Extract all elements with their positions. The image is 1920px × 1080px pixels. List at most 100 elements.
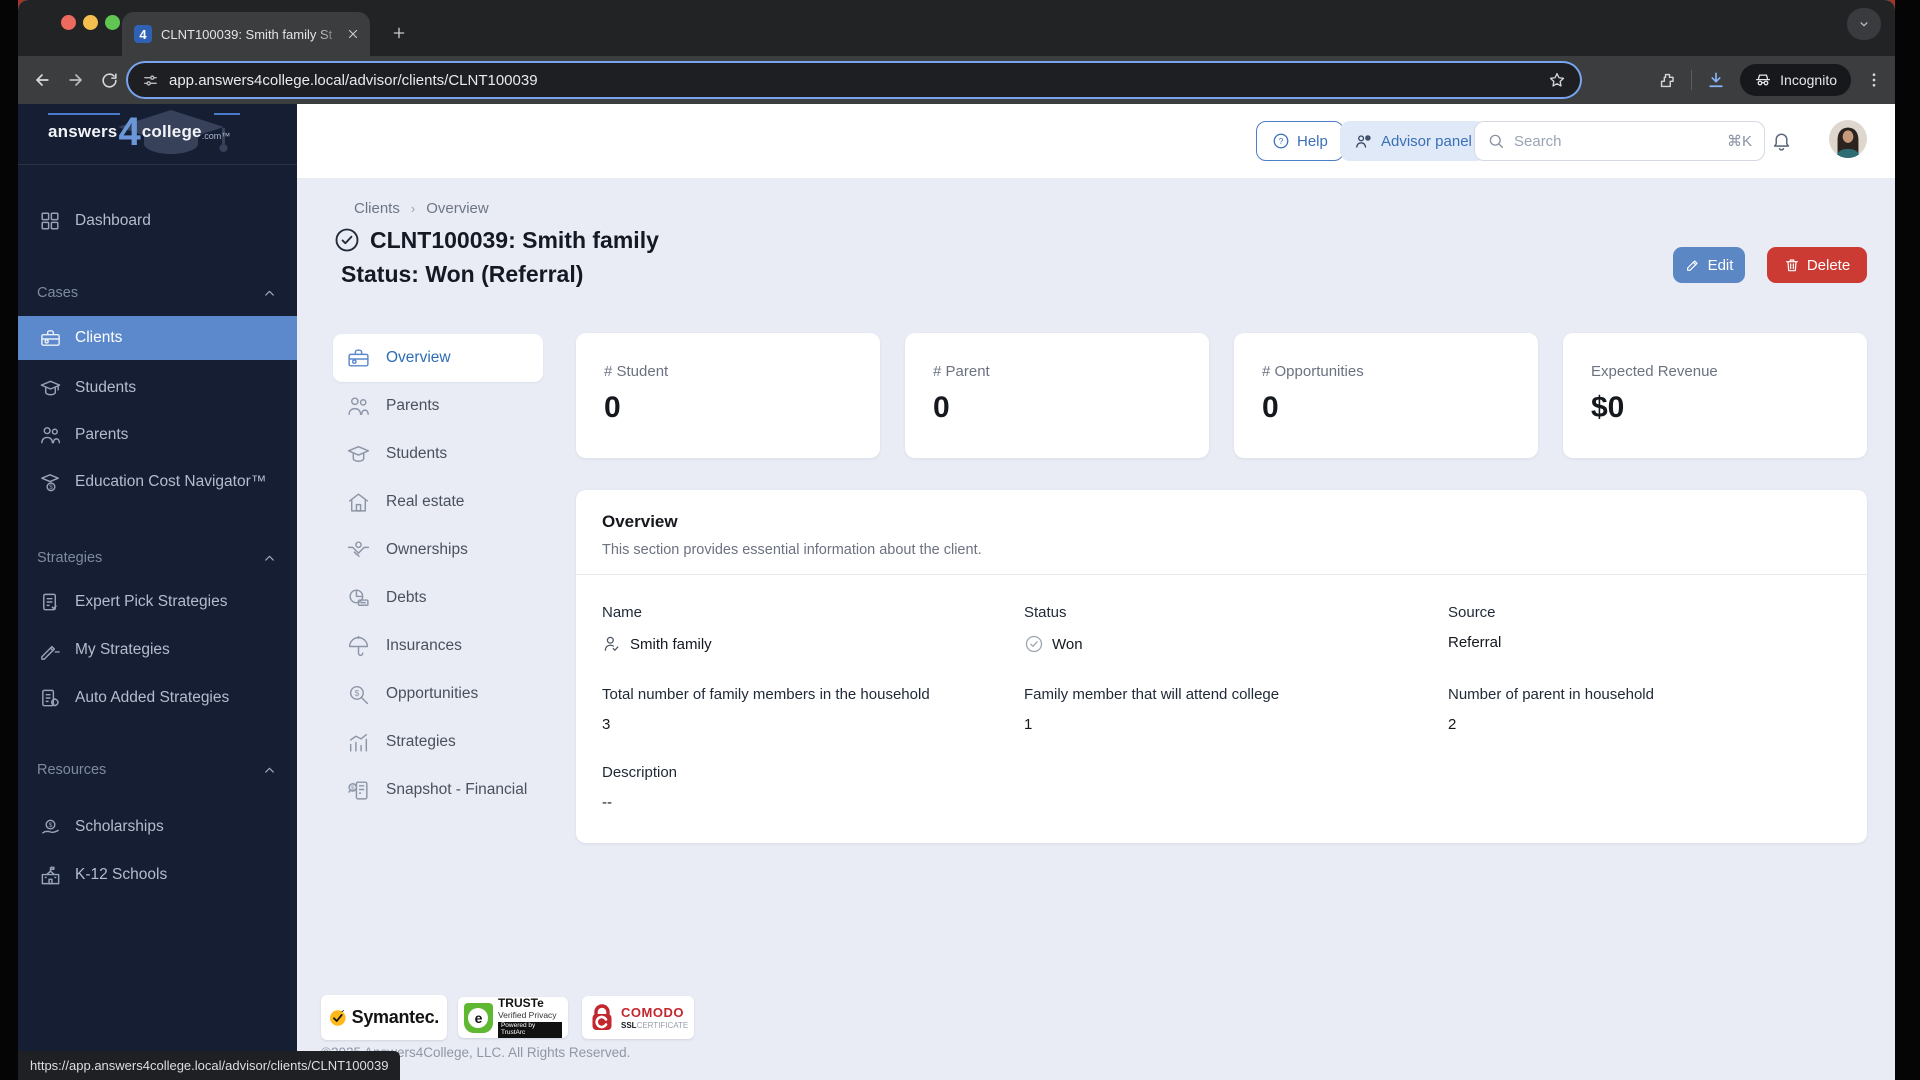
sidebar-item-clients[interactable]: Clients <box>18 316 297 360</box>
sidebar-item-label: Auto Added Strategies <box>75 689 230 706</box>
extensions-icon[interactable] <box>1658 71 1677 90</box>
logo-part-com: .com™ <box>201 130 231 141</box>
global-search[interactable]: ⌘K <box>1474 121 1765 161</box>
url-text[interactable]: app.answers4college.local/advisor/client… <box>169 72 1548 89</box>
house-icon <box>345 489 372 516</box>
app-logo[interactable]: answers 4 college .com™ <box>18 104 297 165</box>
bookmark-star-icon[interactable] <box>1548 71 1566 89</box>
client-status-text: Status: Won (Referral) <box>341 261 584 287</box>
briefcase-icon <box>345 345 372 372</box>
subnav-label: Ownerships <box>386 541 468 558</box>
stat-card-opportunities: # Opportunities 0 <box>1234 333 1538 458</box>
incognito-icon <box>1756 74 1771 86</box>
toolbar-separator <box>1691 70 1693 90</box>
breadcrumb-overview[interactable]: Overview <box>426 200 489 217</box>
tab-search-chevron-button[interactable] <box>1847 8 1881 40</box>
advisor-panel-button[interactable]: Advisor panel <box>1340 121 1486 161</box>
subnav-item-students[interactable]: Students <box>333 430 543 478</box>
sidebar-section-resources[interactable]: Resources <box>18 759 297 781</box>
comodo-seal[interactable]: COMODO SSLCERTIFICATE <box>582 996 694 1039</box>
sidebar-item-expert-pick-strategies[interactable]: Expert Pick Strategies <box>18 580 297 624</box>
sidebar-item-label: Scholarships <box>75 818 164 835</box>
subnav-item-insurances[interactable]: Insurances <box>333 622 543 670</box>
financial-snapshot-icon: $ <box>345 777 372 804</box>
sidebar-section-cases[interactable]: Cases <box>18 282 297 304</box>
help-button[interactable]: ? Help <box>1256 121 1344 161</box>
subnav-item-opportunities[interactable]: $ Opportunities <box>333 670 543 718</box>
sidebar: answers 4 college .com™ Dashboard Cases <box>18 104 297 1080</box>
field-attend-college: Family member that will attend college 1 <box>1024 686 1424 733</box>
sidebar-item-scholarships[interactable]: $ Scholarships <box>18 805 297 849</box>
comodo-ssl: SSL <box>621 1020 637 1030</box>
reload-button[interactable] <box>100 71 119 90</box>
pencil-icon <box>1686 260 1698 271</box>
subnav-item-snapshot-financial[interactable]: $ Snapshot - Financial <box>333 766 543 814</box>
logo-part-college: college <box>141 122 202 141</box>
desktop: 4 CLNT100039: Smith family St app.answer… <box>0 0 1920 1080</box>
tab-close-icon[interactable] <box>346 27 360 41</box>
stat-label: # Student <box>604 363 669 380</box>
field-name: Name Smith family <box>602 604 1002 654</box>
subnav-item-overview[interactable]: Overview <box>333 334 543 382</box>
section-label: Strategies <box>37 550 103 566</box>
subnav-item-debts[interactable]: Debts <box>333 574 543 622</box>
sidebar-item-dashboard[interactable]: Dashboard <box>18 199 297 243</box>
stat-label: Expected Revenue <box>1591 363 1718 380</box>
chevron-up-icon <box>262 763 277 778</box>
subnav-label: Strategies <box>386 733 456 750</box>
edit-button[interactable]: Edit <box>1673 247 1745 283</box>
toolbar-right-group: Incognito <box>1658 56 1883 104</box>
search-input[interactable] <box>1514 132 1718 150</box>
subnav-label: Real estate <box>386 493 465 510</box>
symantec-check-icon <box>330 1009 346 1026</box>
browser-tab[interactable]: 4 CLNT100039: Smith family St <box>122 12 370 56</box>
subnav-item-parents[interactable]: Parents <box>333 382 543 430</box>
check-circle-icon <box>1024 634 1044 654</box>
browser-menu-icon[interactable] <box>1865 71 1883 89</box>
scholarship-icon: $ <box>37 814 63 840</box>
maximize-window-button[interactable] <box>105 15 120 30</box>
sidebar-section-strategies[interactable]: Strategies <box>18 547 297 569</box>
auto-strategy-icon <box>37 685 63 711</box>
search-icon <box>1489 134 1504 149</box>
tab-title: CLNT100039: Smith family St <box>161 26 333 42</box>
close-window-button[interactable] <box>61 15 76 30</box>
new-tab-button[interactable] <box>384 18 414 48</box>
field-status: Status Won <box>1024 604 1424 654</box>
delete-button[interactable]: Delete <box>1767 247 1867 283</box>
stat-value: 0 <box>604 391 621 424</box>
back-button[interactable] <box>32 70 52 90</box>
minimize-window-button[interactable] <box>83 15 98 30</box>
downloads-icon[interactable] <box>1706 70 1726 90</box>
sidebar-item-k12-schools[interactable]: K-12 Schools <box>18 853 297 897</box>
stat-card-expected-revenue: Expected Revenue $0 <box>1563 333 1867 458</box>
url-bar[interactable]: app.answers4college.local/advisor/client… <box>128 63 1580 97</box>
sidebar-item-education-cost-navigator[interactable]: $ Education Cost Navigator™ <box>18 460 297 504</box>
forward-button[interactable] <box>66 70 86 90</box>
notifications-bell-icon[interactable] <box>1770 129 1793 152</box>
svg-text:$: $ <box>49 484 53 491</box>
sidebar-item-parents[interactable]: Parents <box>18 413 297 457</box>
subnav-item-real-estate[interactable]: Real estate <box>333 478 543 526</box>
field-label: Number of parent in household <box>1448 686 1654 703</box>
sidebar-item-auto-added-strategies[interactable]: Auto Added Strategies <box>18 676 297 720</box>
logo-part-answers: answers <box>48 122 118 141</box>
symantec-seal[interactable]: Symantec. <box>321 995 447 1040</box>
user-avatar[interactable] <box>1829 120 1867 158</box>
subnav-label: Overview <box>386 349 451 366</box>
sidebar-item-label: Parents <box>75 426 129 443</box>
subnav-label: Debts <box>386 589 427 606</box>
logo-line <box>48 113 120 115</box>
site-settings-icon[interactable] <box>142 72 159 89</box>
school-building-icon <box>37 862 63 888</box>
subnav-item-strategies[interactable]: Strategies <box>333 718 543 766</box>
subnav-item-ownerships[interactable]: Ownerships <box>333 526 543 574</box>
logo-line <box>214 113 240 115</box>
stat-label: # Opportunities <box>1262 363 1364 380</box>
question-circle-icon: ? <box>1273 133 1289 149</box>
svg-text:$: $ <box>351 784 355 791</box>
breadcrumb-clients[interactable]: Clients <box>354 200 400 217</box>
truste-seal[interactable]: e TRUSTe Verified Privacy Powered by Tru… <box>458 997 568 1038</box>
sidebar-item-students[interactable]: Students <box>18 366 297 410</box>
sidebar-item-my-strategies[interactable]: My Strategies <box>18 628 297 672</box>
